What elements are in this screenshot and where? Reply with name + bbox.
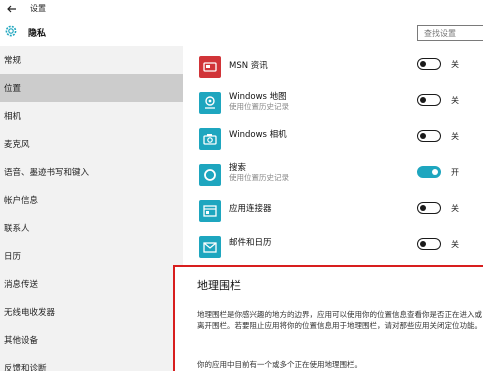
app-subtitle: 使用位置历史记录 <box>229 173 289 182</box>
camera-toggle[interactable] <box>417 130 441 142</box>
list-item: 应用连接器 关 <box>183 194 483 230</box>
window-title: 设置 <box>30 4 46 13</box>
app-name: MSN 资讯 <box>229 61 268 71</box>
list-item: MSN 资讯 关 <box>183 50 483 86</box>
geofencing-section: 地理围栏 地理围栏是你感兴趣的地方的边界，应用可以使用你的位置信息查看你是否正在… <box>173 265 483 371</box>
geofencing-description: 地理围栏是你感兴趣的地方的边界，应用可以使用你的位置信息查看你是否正在进入或离开… <box>197 310 482 330</box>
sidebar-item-contacts[interactable]: 联系人 <box>0 214 183 242</box>
app-subtitle: 使用位置历史记录 <box>229 102 289 111</box>
sidebar: 常规 位置 相机 麦克风 语音、墨迹书写和键入 帐户信息 联系人 日历 消息传送… <box>0 46 183 371</box>
page-header: 隐私 查找设置 <box>0 18 483 46</box>
geofencing-title: 地理围栏 <box>197 279 241 292</box>
gear-icon <box>5 25 17 37</box>
mail-calendar-toggle[interactable] <box>417 238 441 250</box>
sidebar-item-account-info[interactable]: 帐户信息 <box>0 186 183 214</box>
toggle-state: 关 <box>451 132 459 141</box>
list-item: Windows 相机 关 <box>183 122 483 158</box>
camera-icon <box>199 128 221 150</box>
toggle-state: 关 <box>451 204 459 213</box>
app-name: 邮件和日历 <box>229 238 272 248</box>
page-title: 隐私 <box>28 29 47 39</box>
app-name: Windows 相机 <box>229 130 287 140</box>
search-input[interactable]: 查找设置 <box>417 25 483 41</box>
list-item: Windows 地图 使用位置历史记录 关 <box>183 86 483 122</box>
toggle-state: 关 <box>451 96 459 105</box>
sidebar-item-camera[interactable]: 相机 <box>0 102 183 130</box>
sidebar-item-calendar[interactable]: 日历 <box>0 242 183 270</box>
app-connector-toggle[interactable] <box>417 202 441 214</box>
toggle-state: 关 <box>451 240 459 249</box>
toggle-state: 关 <box>451 60 459 69</box>
sidebar-item-speech-inking[interactable]: 语音、墨迹书写和键入 <box>0 158 183 186</box>
maps-toggle[interactable] <box>417 94 441 106</box>
sidebar-item-radios[interactable]: 无线电收发器 <box>0 298 183 326</box>
app-name: 应用连接器 <box>229 204 272 214</box>
settings-window: 设置 隐私 查找设置 常规 位置 相机 麦克风 语音、墨迹书写和键入 帐户信息 … <box>0 0 483 371</box>
sidebar-item-feedback[interactable]: 反馈和诊断 <box>0 354 183 371</box>
geofencing-status: 你的应用中目前有一个或多个正在使用地理围栏。 <box>197 360 362 369</box>
back-arrow-icon[interactable] <box>6 3 18 15</box>
list-item: 邮件和日历 关 <box>183 230 483 266</box>
list-item: 搜索 使用位置历史记录 开 <box>183 158 483 194</box>
title-bar: 设置 <box>0 0 483 18</box>
msn-news-toggle[interactable] <box>417 58 441 70</box>
sidebar-item-microphone[interactable]: 麦克风 <box>0 130 183 158</box>
app-connector-icon <box>199 200 221 222</box>
search-cortana-icon <box>199 164 221 186</box>
sidebar-item-other-devices[interactable]: 其他设备 <box>0 326 183 354</box>
toggle-state: 开 <box>451 168 459 177</box>
mail-icon <box>199 236 221 258</box>
sidebar-item-location[interactable]: 位置 <box>0 74 183 102</box>
msn-news-icon <box>199 56 221 78</box>
maps-icon <box>199 92 221 114</box>
sidebar-item-messaging[interactable]: 消息传送 <box>0 270 183 298</box>
search-toggle[interactable] <box>417 166 441 178</box>
sidebar-item-general[interactable]: 常规 <box>0 46 183 74</box>
